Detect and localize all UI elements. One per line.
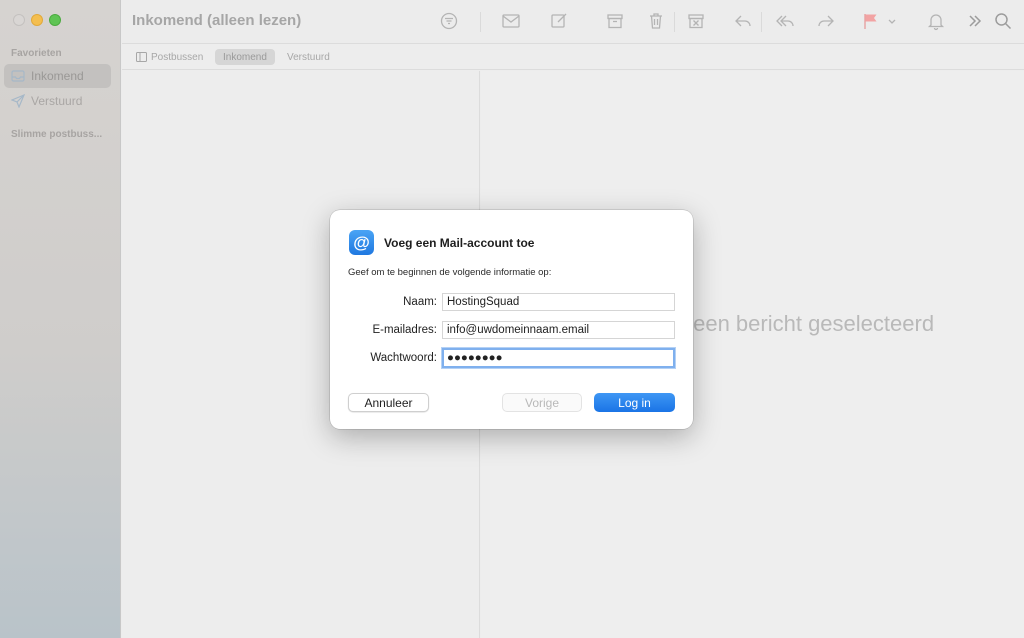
email-label: E-mailadres: [372,324,437,336]
sidebar-item-label: Inkomend [31,69,84,83]
bell-icon[interactable] [925,10,947,32]
previous-button[interactable]: Vorige [502,393,582,412]
name-label: Naam: [403,296,437,308]
email-field[interactable] [442,321,675,339]
sidebar-item-verstuurd[interactable]: Verstuurd [4,89,111,113]
login-button[interactable]: Log in [594,393,675,412]
sidebar-item-label: Verstuurd [31,94,83,108]
add-mail-account-dialog: @ Voeg een Mail-account toe Geef om te b… [330,210,693,429]
forward-icon[interactable] [815,10,837,32]
toolbar-divider [480,12,481,32]
tab-label: Postbussen [151,51,204,63]
close-window-button[interactable] [13,14,25,26]
filter-icon[interactable] [438,10,460,32]
flag-icon[interactable] [860,10,882,32]
window-controls [13,14,61,26]
no-message-selected-text: Geen bericht geselecteerd [676,311,935,336]
chevron-down-icon[interactable] [886,10,898,32]
paper-plane-icon [11,94,25,108]
toolbar-divider [674,12,675,32]
archive-icon[interactable] [604,10,626,32]
tab-inkomend[interactable]: Inkomend [215,49,275,65]
password-field[interactable] [442,348,675,368]
compose-icon[interactable] [548,10,570,32]
toolbar: Inkomend (alleen lezen) [122,0,1024,44]
minimize-window-button[interactable] [31,14,43,26]
sidebar: Favorieten Inkomend Verstuurd Slimme pos… [0,0,121,638]
zoom-window-button[interactable] [49,14,61,26]
at-sign-icon: @ [349,230,374,255]
tab-postbussen[interactable]: Postbussen [128,49,211,65]
window-title: Inkomend (alleen lezen) [132,12,302,29]
tab-verstuurd[interactable]: Verstuurd [279,49,338,65]
cancel-button[interactable]: Annuleer [348,393,429,412]
junk-icon[interactable] [685,10,707,32]
sidebar-toggle-icon [136,52,147,62]
envelope-icon[interactable] [500,10,522,32]
trash-icon[interactable] [645,10,667,32]
dialog-title: Voeg een Mail-account toe [384,236,535,250]
sidebar-item-inkomend[interactable]: Inkomend [4,64,111,88]
tab-label: Verstuurd [287,51,330,63]
sidebar-section-favorites: Favorieten [11,48,62,59]
password-label: Wachtwoord: [370,352,437,364]
more-icon[interactable] [964,10,986,32]
dialog-subtitle: Geef om te beginnen de volgende informat… [348,267,552,278]
sidebar-section-smart-mailboxes[interactable]: Slimme postbuss... [11,129,102,140]
reply-all-icon[interactable] [774,10,796,32]
toolbar-divider [761,12,762,32]
favorites-bar: Postbussen Inkomend Verstuurd [122,45,1024,70]
tray-icon [11,70,25,82]
name-field[interactable] [442,293,675,311]
search-icon[interactable] [992,10,1014,32]
reply-icon[interactable] [732,10,754,32]
tab-label: Inkomend [223,51,267,63]
